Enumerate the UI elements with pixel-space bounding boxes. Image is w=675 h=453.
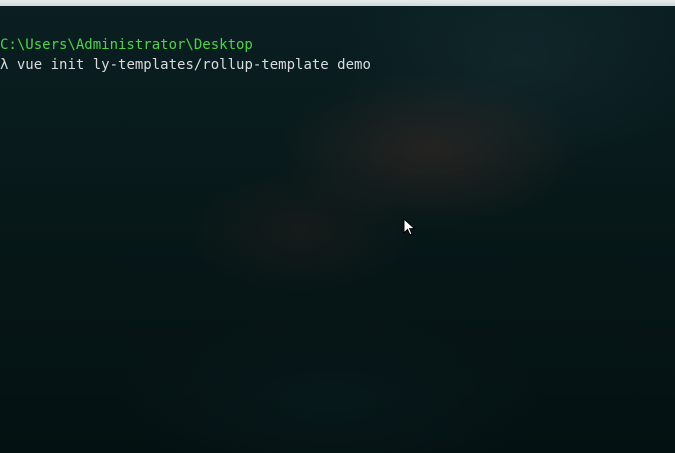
- window-top-edge: [0, 0, 675, 6]
- current-directory: C:\Users\Administrator\Desktop: [0, 37, 253, 53]
- arrow-cursor-icon: [403, 218, 416, 236]
- terminal-window[interactable]: C:\Users\Administrator\Desktop λ vue ini…: [0, 0, 675, 453]
- command-line[interactable]: λ vue init ly-templates/rollup-template …: [0, 55, 371, 75]
- command-text: vue init ly-templates/rollup-template de…: [8, 57, 371, 73]
